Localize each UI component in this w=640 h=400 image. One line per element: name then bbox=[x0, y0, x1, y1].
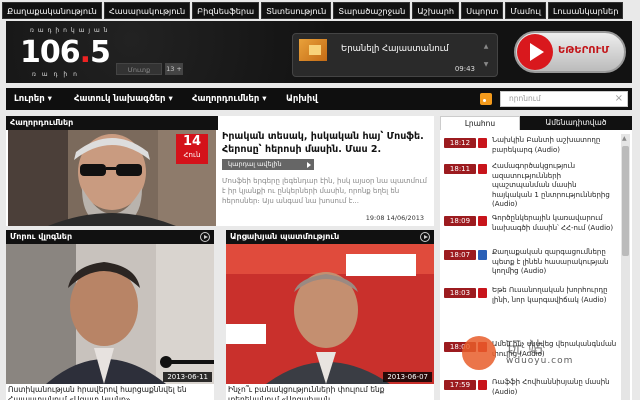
category-icon bbox=[478, 216, 487, 226]
category-icon bbox=[478, 250, 487, 260]
feature-summary: Մոսֆեի երգերը լեգենդար էին, իսկ այսօր նա… bbox=[222, 177, 427, 205]
category-icon bbox=[478, 138, 487, 148]
watermark-url: wduoyu.com bbox=[506, 356, 574, 366]
live-button[interactable]: ԵԹԵՐՈՒՄ bbox=[514, 31, 626, 73]
category-icon bbox=[478, 164, 487, 174]
date-day: 14 bbox=[182, 134, 202, 149]
news-time: 18:12 bbox=[444, 138, 476, 148]
logo-bottom-text: ռ ա դ ի ո bbox=[32, 71, 79, 78]
video-date-1: 2013-06-11 bbox=[163, 372, 212, 382]
news-time: 18:07 bbox=[444, 250, 476, 260]
logo-frequency: 106.5 bbox=[20, 35, 111, 70]
topnav-item-region[interactable]: Տարածաշրջան bbox=[333, 2, 411, 19]
tab-most-viewed[interactable]: Ամենադիտված bbox=[520, 116, 632, 130]
feature-block: Հաղորդումներ 14 Հուն Իրական տեսակ, իսկակ… bbox=[6, 116, 434, 226]
topnav-item-world[interactable]: Աշխարհ bbox=[412, 2, 460, 19]
close-icon[interactable]: × bbox=[615, 94, 623, 104]
list-item[interactable]: 18:03 Եթե Ուսանողական խորհուրդը լինի, նո… bbox=[440, 284, 620, 326]
scroll-up-icon[interactable]: ▲ bbox=[622, 135, 627, 142]
player-title: Երանելի Հայաստանում bbox=[341, 44, 449, 54]
category-icon bbox=[478, 380, 487, 390]
topnav-item-photos[interactable]: Լուսանկարներ bbox=[548, 2, 624, 19]
list-item[interactable]: 18:07 Քաղաքական զարգացումները պետք է լին… bbox=[440, 246, 620, 288]
menu-item-news[interactable]: Լուրեր ▾ bbox=[14, 88, 52, 110]
tab-latest[interactable]: Լրահոս bbox=[440, 116, 520, 130]
topnav-item-economy[interactable]: Տնտեսություն bbox=[261, 2, 332, 19]
live-label: ԵԹԵՐՈՒՄ bbox=[558, 45, 610, 56]
rss-icon[interactable] bbox=[480, 93, 492, 105]
video-thumbnail-1[interactable]: 2013-06-11 bbox=[6, 244, 214, 384]
news-title[interactable]: Գործընկերային կառավարում նախագծի մասին՝ … bbox=[492, 214, 618, 233]
feature-date: 19:08 14/06/2013 bbox=[365, 214, 424, 222]
site-header: ռ ա դ ի ո կ ա յ ա ն 106.5 ռ ա դ ի ո Մուտ… bbox=[6, 21, 632, 83]
topnav-item-business[interactable]: Բիզնեսֆերա bbox=[192, 2, 260, 19]
news-time: 18:09 bbox=[444, 216, 476, 226]
menu-item-archive[interactable]: Արխիվ bbox=[286, 88, 318, 110]
video-thumbnail-2[interactable]: 2013-06-07 bbox=[226, 244, 434, 384]
search-input[interactable]: որոնում × bbox=[500, 91, 628, 107]
news-title[interactable]: Ռաֆֆի Հովհաննիսյանը մասին (Audio) bbox=[492, 378, 618, 397]
section-heading-programs[interactable]: Հաղորդումներ bbox=[6, 116, 218, 130]
online-count-badge: 13 + bbox=[165, 63, 183, 75]
video-block-1: Մորու վլոգներ 2013-06-11 Ոստիկանության հ… bbox=[6, 230, 214, 400]
search-placeholder: որոնում bbox=[509, 94, 541, 103]
category-icon bbox=[478, 288, 487, 298]
site-logo[interactable]: ռ ա դ ի ո կ ա յ ա ն 106.5 ռ ա դ ի ո bbox=[20, 27, 111, 79]
play-icon[interactable] bbox=[420, 232, 430, 242]
watermark: 玩 站 wduoyu.com bbox=[462, 328, 622, 378]
top-nav: Քաղաքականություն Հասարակություն Բիզնեսֆե… bbox=[0, 0, 640, 20]
section-heading-video-1[interactable]: Մորու վլոգներ bbox=[6, 230, 214, 244]
video-caption-1[interactable]: Ոստիկանության հրավերով հարցաքննվել են Հա… bbox=[6, 385, 214, 400]
logo-top-text: ռ ա դ ի ո կ ա յ ա ն bbox=[30, 27, 109, 34]
video-caption-2[interactable]: Ինչո՞ւ բանակցությունների փուլում ենք տեղ… bbox=[226, 385, 434, 400]
news-time: 17:59 bbox=[444, 380, 476, 390]
news-title[interactable]: Եթե Ուսանողական խորհուրդը լինի, նոր կարգ… bbox=[492, 286, 618, 305]
section-heading-video-2[interactable]: Արցախյան պատմություն bbox=[226, 230, 434, 244]
news-title[interactable]: Համագործակցություն ազատությունների պաշտպ… bbox=[492, 162, 618, 210]
news-title[interactable]: Քաղաքական զարգացումները պետք է լինեն հաս… bbox=[492, 248, 618, 277]
read-more-button[interactable]: կարդալ ավելին bbox=[222, 159, 314, 170]
player-scroll-arrows-icon[interactable]: ▲ ▼ bbox=[481, 38, 491, 74]
sidebar-scrollbar[interactable]: ▲ bbox=[621, 134, 630, 400]
video-block-2: Արցախյան պատմություն 2013-06-07 Ինչո՞ւ բ… bbox=[226, 230, 434, 400]
news-title[interactable]: Նախկին Բանտի աշխատողը բարեկարգ (Audio) bbox=[492, 136, 618, 155]
menu-item-programs[interactable]: Հաղորդումներ ▾ bbox=[192, 88, 267, 110]
audio-player[interactable]: Երանելի Հայաստանում 09:43 ▲ ▼ bbox=[292, 33, 498, 77]
list-item[interactable]: 17:59 Ռաֆֆի Հովհաննիսյանը մասին (Audio) bbox=[440, 376, 620, 400]
list-item[interactable]: 18:11 Համագործակցություն ազատությունների… bbox=[440, 160, 620, 208]
date-month: Հուն bbox=[183, 151, 201, 159]
player-time: 09:43 bbox=[454, 65, 475, 73]
video-date-2: 2013-06-07 bbox=[383, 372, 432, 382]
topnav-item-society[interactable]: Հասարակություն bbox=[103, 2, 191, 19]
watermark-text: 玩 站 bbox=[506, 338, 544, 357]
page-root: Քաղաքականություն Հասարակություն Բիզնեսֆե… bbox=[0, 0, 640, 400]
scroll-thumb[interactable] bbox=[622, 146, 629, 256]
play-icon bbox=[517, 34, 553, 70]
login-button[interactable]: Մուտք bbox=[116, 63, 162, 75]
date-badge: 14 Հուն bbox=[176, 134, 208, 164]
main-menu: Լուրեր ▾ Հատուկ նախագծեր ▾ Հաղորդումներ … bbox=[6, 88, 632, 110]
video-photo-2 bbox=[226, 244, 434, 384]
menu-item-special-projects[interactable]: Հատուկ նախագծեր ▾ bbox=[74, 88, 173, 110]
feature-image[interactable]: 14 Հուն bbox=[8, 130, 216, 226]
topnav-item-sport[interactable]: Սպորտ bbox=[461, 2, 504, 19]
video-photo-1 bbox=[6, 244, 214, 384]
topnav-item-press[interactable]: Մամուլ bbox=[505, 2, 547, 19]
news-time: 18:03 bbox=[444, 288, 476, 298]
feature-title[interactable]: Իրական տեսակ, իսկական հայ՝ Մոսֆե. Հերոսը… bbox=[222, 130, 432, 156]
news-time: 18:11 bbox=[444, 164, 476, 174]
player-thumbnail bbox=[299, 39, 327, 61]
watermark-logo-icon bbox=[462, 336, 496, 370]
topnav-item-politics[interactable]: Քաղաքականություն bbox=[2, 2, 102, 19]
play-icon[interactable] bbox=[200, 232, 210, 242]
